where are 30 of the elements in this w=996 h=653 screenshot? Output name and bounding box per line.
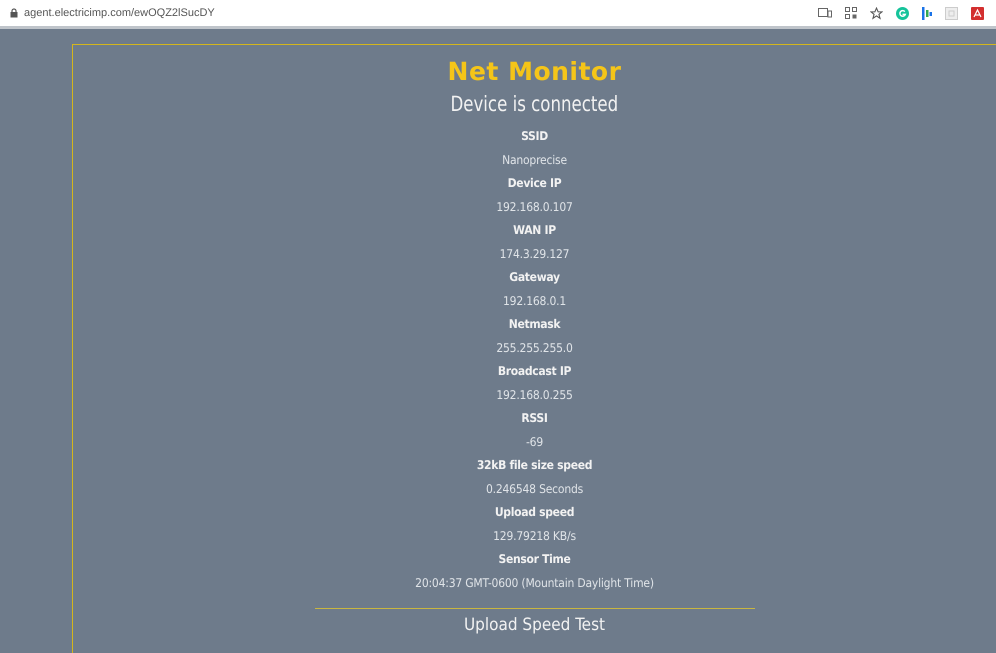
field-value: 255.255.255.0 [496, 340, 573, 356]
status-heading: Device is connected [450, 91, 618, 118]
field-value: 192.168.0.107 [496, 198, 573, 216]
field-label: 32kB file size speed [476, 457, 592, 474]
field-value: -69 [526, 434, 544, 450]
field-label: Gateway [509, 269, 560, 286]
field-value: Nanoprecise [502, 152, 567, 168]
pdf-icon[interactable] [971, 6, 984, 20]
field-label: Upload speed [494, 504, 574, 521]
field-label: Broadcast IP [498, 363, 572, 380]
field-value: 0.246548 Seconds [486, 480, 584, 498]
field-label: Device IP [508, 175, 562, 192]
field-value: 192.168.0.255 [496, 386, 573, 404]
bars-icon[interactable] [922, 6, 932, 20]
star-icon[interactable] [870, 6, 883, 20]
field-label: SSID [521, 128, 548, 145]
url-text[interactable]: agent.electricimp.com/ewOQZ2lSucDY [24, 7, 215, 19]
field-value: 129.79218 KB/s [493, 528, 576, 544]
field-value: 192.168.0.1 [502, 292, 566, 310]
field-value: 20:04:37 GMT-0600 (Mountain Daylight Time) [415, 574, 654, 592]
lock-icon [10, 8, 18, 18]
field-label: WAN IP [513, 222, 556, 239]
qr-code-icon[interactable] [845, 7, 857, 19]
section-heading: Upload Speed Test [464, 615, 606, 635]
field-label: Netmask [508, 316, 560, 333]
device-icon[interactable] [818, 8, 832, 18]
field-label: RSSI [521, 410, 548, 427]
field-value: 174.3.29.127 [500, 246, 570, 262]
app-title: Net Monitor [448, 56, 622, 88]
field-label: Sensor Time [498, 551, 571, 568]
